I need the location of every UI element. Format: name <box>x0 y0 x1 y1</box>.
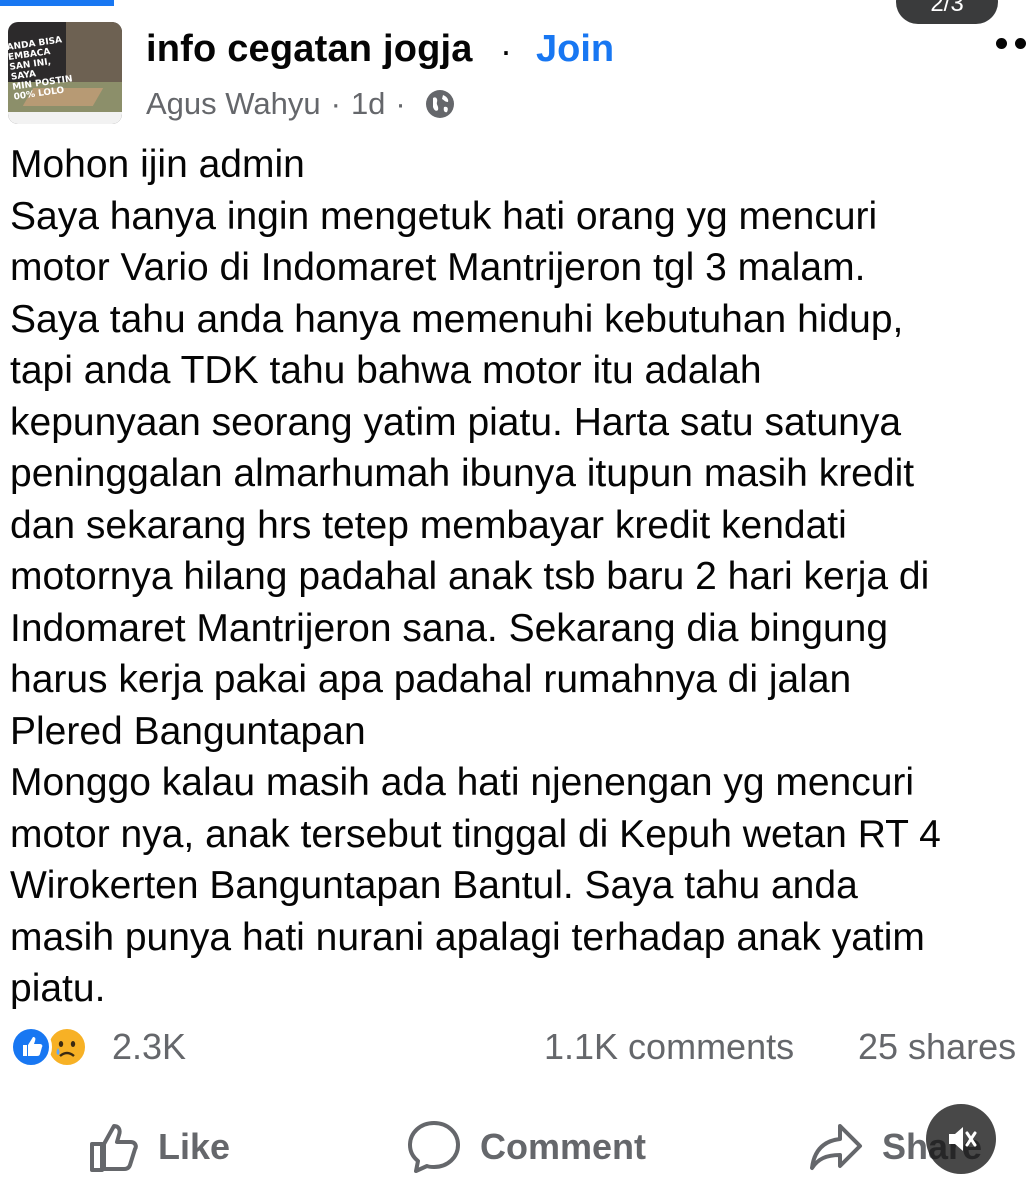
avatar-footer-strip <box>8 112 122 124</box>
comment-button[interactable]: Comment <box>406 1112 646 1182</box>
post-line: motornya hilang padahal anak tsb baru 2 … <box>10 555 930 598</box>
like-button[interactable]: Like <box>88 1112 230 1182</box>
post-time[interactable]: 1d <box>351 86 385 122</box>
reaction-count[interactable]: 2.3K <box>112 1026 186 1068</box>
comment-label: Comment <box>480 1126 647 1167</box>
mute-button[interactable] <box>926 1104 996 1174</box>
page-indicator: 2/3 <box>896 0 998 24</box>
post-actions: Like Comment Share <box>0 1112 1032 1182</box>
post-body: Mohon ijin admin Saya hanya ingin menget… <box>10 139 1032 1015</box>
post-line: Indomaret Mantrijeron sana. Sekarang dia… <box>10 606 889 650</box>
post-meta: Agus Wahyu · 1d · <box>146 84 456 124</box>
group-name-link[interactable]: info cegatan jogja <box>146 28 473 71</box>
thumbs-up-icon <box>90 1124 138 1172</box>
post-line: dan sekarang hrs tetep membayar kredit k… <box>10 503 847 547</box>
globe-icon <box>425 90 454 118</box>
post-line: Saya tahu anda hanya memenuhi kebutuhan … <box>10 297 904 341</box>
like-label: Like <box>158 1126 231 1167</box>
post-line: Saya hanya ingin mengetuk hati orang yg … <box>10 194 878 238</box>
post-line: piatu. <box>10 967 106 1010</box>
avatar-text: ANDA BISA EMBACA SAN INI, SAYA MIN POSTI… <box>8 35 74 103</box>
more-options-icon[interactable] <box>996 38 1026 49</box>
sad-reaction-icon[interactable] <box>46 1026 88 1068</box>
post-line: harus kerja pakai apa padahal rumahnya d… <box>10 658 852 701</box>
join-button[interactable]: Join <box>536 28 614 71</box>
comment-count[interactable]: 1.1K comments <box>544 1026 794 1068</box>
post-line: peninggalan almarhumah ibunya itupun mas… <box>10 452 915 495</box>
more-dot <box>996 38 1007 49</box>
post-line: Monggo kalau masih ada hati njenengan yg… <box>10 761 915 804</box>
header-separator: · <box>500 30 512 71</box>
share-count[interactable]: 25 shares <box>858 1026 1016 1068</box>
top-accent-bar <box>0 0 114 6</box>
like-reaction-icon[interactable] <box>10 1026 52 1068</box>
speaker-muted-icon <box>949 1127 977 1151</box>
post-line: Plered Banguntapan <box>10 709 366 753</box>
author-name[interactable]: Agus Wahyu <box>146 86 321 122</box>
more-dot <box>1015 38 1026 49</box>
meta-separator: · <box>395 86 406 121</box>
comment-bubble-icon <box>408 1121 460 1173</box>
group-avatar[interactable]: ANDA BISA EMBACA SAN INI, SAYA MIN POSTI… <box>8 22 122 124</box>
post-line: motor nya, anak tersebut tinggal di Kepu… <box>10 812 941 856</box>
post-line: masih punya hati nurani apalagi terhadap… <box>10 915 925 959</box>
meta-separator: · <box>330 86 341 121</box>
post-line: kepunyaan seorang yatim piatu. Harta sat… <box>10 400 902 444</box>
post-line: tapi anda TDK tahu bahwa motor itu adala… <box>10 349 762 392</box>
post-line: Mohon ijin admin <box>10 143 305 186</box>
post-line: motor Vario di Indomaret Mantrijeron tgl… <box>10 246 866 289</box>
reactions-summary: 2.3K 1.1K comments 25 shares <box>10 1022 1032 1072</box>
share-arrow-icon <box>810 1124 862 1170</box>
post-line: Wirokerten Banguntapan Bantul. Saya tahu… <box>10 864 858 907</box>
